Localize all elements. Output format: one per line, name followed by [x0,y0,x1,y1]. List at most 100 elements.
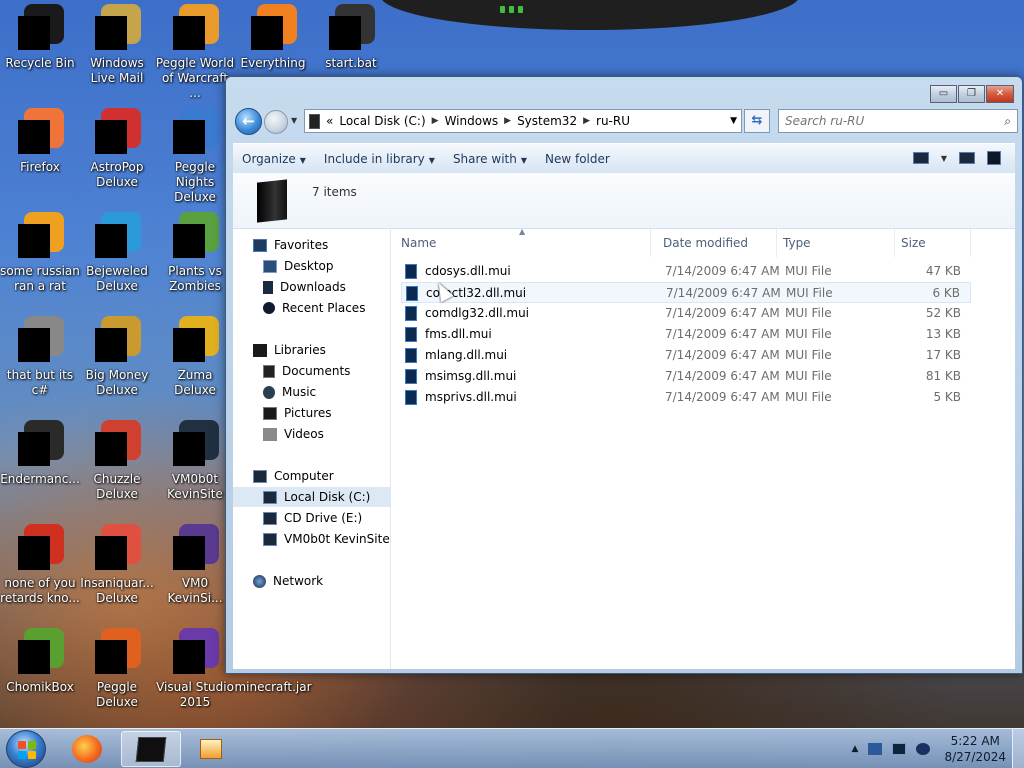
desktop-icon-0[interactable]: Recycle Bin [0,4,80,71]
music-icon [263,385,275,399]
help-icon[interactable] [987,151,1001,165]
nav-cd-drive[interactable]: CD Drive (E:) [233,508,391,528]
breadcrumb-ru-ru[interactable]: ru-RU [596,114,630,128]
view-controls: ▼ [912,151,1001,165]
desktop-icon-10[interactable]: Plants vs Zombies [155,212,235,294]
nav-network[interactable]: Network [233,571,391,591]
address-history-dropdown[interactable]: ▼ [730,116,737,126]
nav-desktop[interactable]: Desktop [233,256,391,276]
nav-recent-places[interactable]: Recent Places [233,298,391,318]
start-button[interactable] [6,730,46,768]
item-count: 7 items [312,185,357,199]
desktop-icon-16[interactable]: VM0b0t KevinSite [155,420,235,502]
desktop-icon-label: ChomikBox [6,680,74,694]
desktop-icon-13[interactable]: Zuma Deluxe [155,316,235,398]
refresh-button[interactable]: ⇆ [744,109,770,133]
forward-button[interactable] [264,110,288,134]
include-in-library-menu[interactable]: Include in library ▼ [315,152,444,166]
chevron-right-icon[interactable]: ▶ [504,116,511,126]
nav-documents[interactable]: Documents [233,361,391,381]
taskbar-media-player[interactable] [184,731,244,767]
maximize-button[interactable]: ❐ [958,85,985,103]
nav-videos[interactable]: Videos [233,424,391,444]
file-size: 81 KB [925,369,961,383]
desktop-icon-9[interactable]: Bejeweled Deluxe [77,212,157,294]
file-row[interactable]: comctl32.dll.mui 7/14/2009 6:47 AM MUI Fil… [401,282,971,303]
address-bar[interactable]: « Local Disk (C:) ▶ Windows ▶ System32 ▶… [304,109,742,133]
desktop-icon-20[interactable]: ChomikBox [0,628,80,695]
folder-icon [257,179,287,223]
change-view-icon[interactable] [912,152,929,164]
file-row[interactable]: fms.dll.mui 7/14/2009 6:47 AM MUI File 13 K… [401,324,971,345]
desktop-icon-4[interactable]: start.bat [311,4,391,71]
desktop-icon-17[interactable]: none of you retards kno... [0,524,80,606]
recent-pages-dropdown[interactable]: ▼ [291,116,297,125]
file-row[interactable]: msprivs.dll.mui 7/14/2009 6:47 AM MUI File… [401,387,971,408]
desktop-icon-8[interactable]: some russian ran a rat [0,212,80,294]
nav-computer[interactable]: Computer [233,466,391,486]
file-type: MUI File [785,390,832,404]
file-row[interactable]: comdlg32.dll.mui 7/14/2009 6:47 AM MUI Fil… [401,303,971,324]
desktop-icon-7[interactable]: Peggle Nights Deluxe [155,108,235,205]
file-type: MUI File [785,306,832,320]
taskbar-firefox[interactable] [58,731,118,767]
display-icon[interactable] [892,743,907,755]
breadcrumb-system32[interactable]: System32 [517,114,577,128]
desktop-icon-15[interactable]: Chuzzle Deluxe [77,420,157,502]
close-button[interactable]: ✕ [986,85,1014,103]
file-row[interactable]: cdosys.dll.mui 7/14/2009 6:47 AM MUI File 4… [401,261,971,282]
search-icon[interactable]: ⌕ [1004,114,1011,129]
search-input[interactable] [785,114,985,128]
organize-menu[interactable]: Organize ▼ [233,152,315,166]
preview-pane-icon[interactable] [959,152,975,164]
share-with-menu[interactable]: Share with ▼ [444,152,536,166]
column-header-size[interactable]: Size [895,229,971,257]
volume-icon[interactable] [916,743,931,755]
desktop-icon-6[interactable]: AstroPop Deluxe [77,108,157,190]
desktop-icon-5[interactable]: Firefox [0,108,80,175]
search-box[interactable]: ⌕ [778,109,1018,133]
desktop-icon-2[interactable]: Peggle World of Warcraft ... [155,4,235,101]
breadcrumb-local-disk[interactable]: Local Disk (C:) [339,114,425,128]
nav-pictures[interactable]: Pictures [233,403,391,423]
address-overflow[interactable]: « [326,114,333,128]
clock[interactable]: 5:22 AM 8/27/2024 [944,733,1006,765]
file-row[interactable]: msimsg.dll.mui 7/14/2009 6:47 AM MUI File 8… [401,366,971,387]
desktop-icon-3[interactable]: Everything [233,4,313,71]
nav-favorites[interactable]: Favorites [233,235,391,255]
nav-vm-site[interactable]: VM0b0t KevinSite [233,529,391,549]
taskbar-explorer[interactable] [121,731,181,767]
nav-music[interactable]: Music [233,382,391,402]
desktop-icon-22[interactable]: Visual Studio 2015 [155,628,235,710]
chevron-right-icon[interactable]: ▶ [583,116,590,126]
chevron-right-icon[interactable]: ▶ [432,116,439,126]
desktop-icon-12[interactable]: Big Money Deluxe [77,316,157,398]
new-folder-button[interactable]: New folder [536,152,619,166]
nav-downloads[interactable]: Downloads [233,277,391,297]
chevron-down-icon[interactable]: ▼ [941,154,947,163]
app-icon [171,316,219,364]
nav-local-disk[interactable]: Local Disk (C:) [233,487,391,507]
desktop-icon-11[interactable]: that but its c# [0,316,80,398]
desktop-icon-label: Plants vs Zombies [168,264,222,293]
desktop-icon-label: Zuma Deluxe [174,368,216,397]
desktop-icon-18[interactable]: Insaniquar... Deluxe [77,524,157,606]
back-button[interactable]: ← [235,108,262,135]
file-row[interactable]: mlang.dll.mui 7/14/2009 6:47 AM MUI File 17… [401,345,971,366]
show-hidden-icons-button[interactable]: ▲ [852,744,859,754]
breadcrumb-windows[interactable]: Windows [445,114,499,128]
network-status-icon[interactable] [868,743,883,755]
desktop-icon-19[interactable]: VM0 KevinSi... [155,524,235,606]
column-header-date[interactable]: Date modified [657,229,777,257]
app-icon [93,316,141,364]
show-desktop-button[interactable] [1012,729,1024,768]
column-header-type[interactable]: Type [777,229,895,257]
nav-libraries[interactable]: Libraries [233,340,391,360]
desktop-icon-14[interactable]: Endermanc... [0,420,80,487]
column-header-name[interactable]: Name ▲ [395,227,651,257]
include-in-library-label: Include in library [323,151,425,166]
minimize-button[interactable]: ▭ [930,85,957,103]
file-size: 52 KB [925,306,961,320]
desktop-icon-21[interactable]: Peggle Deluxe [77,628,157,710]
desktop-icon-1[interactable]: Windows Live Mail [77,4,157,86]
